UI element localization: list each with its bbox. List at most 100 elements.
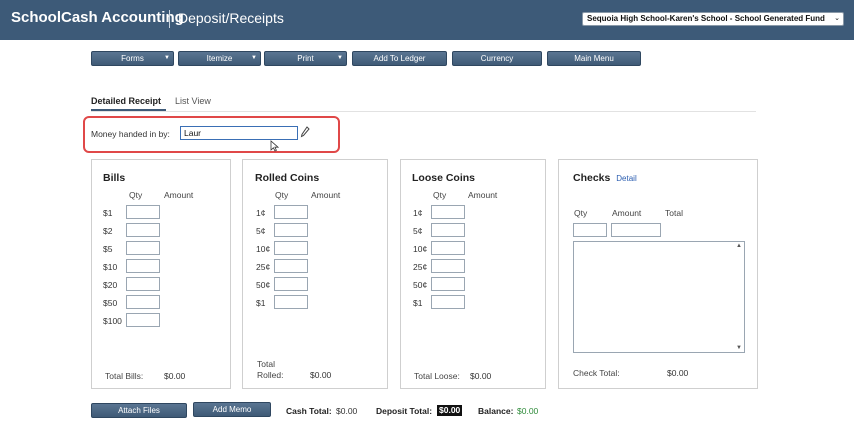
loose-coin-qty-input[interactable] xyxy=(431,223,465,237)
loose-coins-panel: Loose Coins Qty Amount 1¢ 5¢ 10¢ 25¢ 50¢… xyxy=(400,159,546,389)
loose-coin-label: $1 xyxy=(413,298,423,308)
checks-qty-header: Qty xyxy=(574,208,588,218)
mouse-cursor-icon xyxy=(270,140,279,152)
bills-title: Bills xyxy=(103,172,126,184)
print-button-label: Print xyxy=(297,54,314,63)
bills-panel: Bills Qty Amount $1 $2 $5 $10 $20 $50 $1… xyxy=(91,159,231,389)
rolled-coin-qty-input[interactable] xyxy=(274,223,308,237)
rolled-coin-label: 25¢ xyxy=(256,262,271,272)
checks-detail-link[interactable]: Detail xyxy=(616,174,636,183)
loose-qty-header: Qty xyxy=(433,190,447,200)
forms-button-label: Forms xyxy=(121,54,144,63)
pencil-icon[interactable] xyxy=(300,126,310,138)
loose-coin-label: 25¢ xyxy=(413,262,428,272)
checks-total-header: Total xyxy=(665,208,683,218)
rolled-coin-qty-input[interactable] xyxy=(274,295,308,309)
loose-coin-qty-input[interactable] xyxy=(431,259,465,273)
loose-coin-label: 1¢ xyxy=(413,208,423,218)
bill-qty-input[interactable] xyxy=(126,313,160,327)
bill-qty-input[interactable] xyxy=(126,277,160,291)
total-rolled-label-1: Total xyxy=(257,359,275,369)
app-title: SchoolCash Accounting xyxy=(11,9,184,26)
checks-title: Checks Detail xyxy=(573,172,637,184)
add-memo-button[interactable]: Add Memo xyxy=(193,402,271,417)
rolled-coin-qty-input[interactable] xyxy=(274,259,308,273)
school-select[interactable]: Sequoia High School-Karen's School - Sch… xyxy=(582,12,844,26)
bill-label: $10 xyxy=(103,262,118,272)
bill-qty-input[interactable] xyxy=(126,241,160,255)
total-bills-label: Total Bills: xyxy=(105,371,144,381)
tab-divider xyxy=(91,111,756,112)
loose-coin-qty-input[interactable] xyxy=(431,205,465,219)
check-total-value: $0.00 xyxy=(667,368,689,378)
bill-label: $20 xyxy=(103,280,118,290)
scroll-up-icon[interactable]: ▲ xyxy=(736,243,742,249)
rolled-coin-label: 1¢ xyxy=(256,208,266,218)
attach-files-button[interactable]: Attach Files xyxy=(91,403,187,418)
rolled-amount-header: Amount xyxy=(311,190,341,200)
bills-amount-header: Amount xyxy=(164,190,194,200)
rolled-qty-header: Qty xyxy=(275,190,289,200)
total-bills-value: $0.00 xyxy=(164,371,186,381)
rolled-coin-label: 5¢ xyxy=(256,226,266,236)
loose-amount-header: Amount xyxy=(468,190,498,200)
balance-value: $0.00 xyxy=(517,406,539,416)
print-button[interactable]: Print ▼ xyxy=(264,51,347,66)
scroll-down-icon[interactable]: ▼ xyxy=(736,345,742,351)
bill-qty-input[interactable] xyxy=(126,205,160,219)
total-rolled-value: $0.00 xyxy=(310,370,332,380)
dropdown-arrow-icon: ▼ xyxy=(251,55,257,61)
tab-list-view[interactable]: List View xyxy=(175,96,211,106)
total-loose-value: $0.00 xyxy=(470,371,492,381)
school-select-value: Sequoia High School-Karen's School - Sch… xyxy=(587,14,825,23)
checks-panel: Checks Detail Qty Amount Total ▲ ▼ Check… xyxy=(558,159,758,389)
loose-coin-qty-input[interactable] xyxy=(431,277,465,291)
deposit-total-label: Deposit Total: xyxy=(376,406,433,416)
cash-total-value: $0.00 xyxy=(336,406,358,416)
check-qty-input[interactable] xyxy=(573,223,607,237)
total-loose-label: Total Loose: xyxy=(414,371,460,381)
balance-label: Balance: xyxy=(478,406,514,416)
forms-button[interactable]: Forms ▼ xyxy=(91,51,174,66)
rolled-coin-qty-input[interactable] xyxy=(274,241,308,255)
loose-coin-label: 5¢ xyxy=(413,226,423,236)
chevron-down-icon: ⌄ xyxy=(834,15,840,22)
loose-coin-qty-input[interactable] xyxy=(431,241,465,255)
deposit-total-value: $0.00 xyxy=(437,405,463,416)
currency-button[interactable]: Currency xyxy=(452,51,542,66)
rolled-coin-label: 10¢ xyxy=(256,244,271,254)
bill-qty-input[interactable] xyxy=(126,295,160,309)
total-rolled-label-2: Rolled: xyxy=(257,370,284,380)
main-menu-button[interactable]: Main Menu xyxy=(547,51,641,66)
check-amount-input[interactable] xyxy=(611,223,661,237)
bill-label: $2 xyxy=(103,226,113,236)
itemize-button-label: Itemize xyxy=(206,54,233,63)
loose-coins-title: Loose Coins xyxy=(412,172,476,184)
page-title: Deposit/Receipts xyxy=(178,10,284,26)
check-total-label: Check Total: xyxy=(573,368,620,378)
cash-total-label: Cash Total: xyxy=(286,406,332,416)
loose-coin-label: 50¢ xyxy=(413,280,428,290)
rolled-coin-label: $1 xyxy=(256,298,266,308)
money-handed-input[interactable]: Laur xyxy=(180,126,298,140)
checks-title-text: Checks xyxy=(573,172,611,184)
bill-label: $1 xyxy=(103,208,113,218)
title-divider xyxy=(169,10,170,28)
checks-list-textarea[interactable]: ▲ ▼ xyxy=(573,241,745,353)
dropdown-arrow-icon: ▼ xyxy=(337,55,343,61)
loose-coin-qty-input[interactable] xyxy=(431,295,465,309)
rolled-coin-label: 50¢ xyxy=(256,280,271,290)
rolled-coins-title: Rolled Coins xyxy=(255,172,320,184)
tab-detailed-receipt[interactable]: Detailed Receipt xyxy=(91,96,161,106)
rolled-coin-qty-input[interactable] xyxy=(274,277,308,291)
bill-qty-input[interactable] xyxy=(126,223,160,237)
bill-label: $50 xyxy=(103,298,118,308)
bill-label: $100 xyxy=(103,316,122,326)
top-bar: SchoolCash Accounting Deposit/Receipts S… xyxy=(0,0,854,40)
rolled-coin-qty-input[interactable] xyxy=(274,205,308,219)
add-to-ledger-button[interactable]: Add To Ledger xyxy=(352,51,447,66)
checks-amount-header: Amount xyxy=(612,208,642,218)
bill-qty-input[interactable] xyxy=(126,259,160,273)
loose-coin-label: 10¢ xyxy=(413,244,428,254)
itemize-button[interactable]: Itemize ▼ xyxy=(178,51,261,66)
